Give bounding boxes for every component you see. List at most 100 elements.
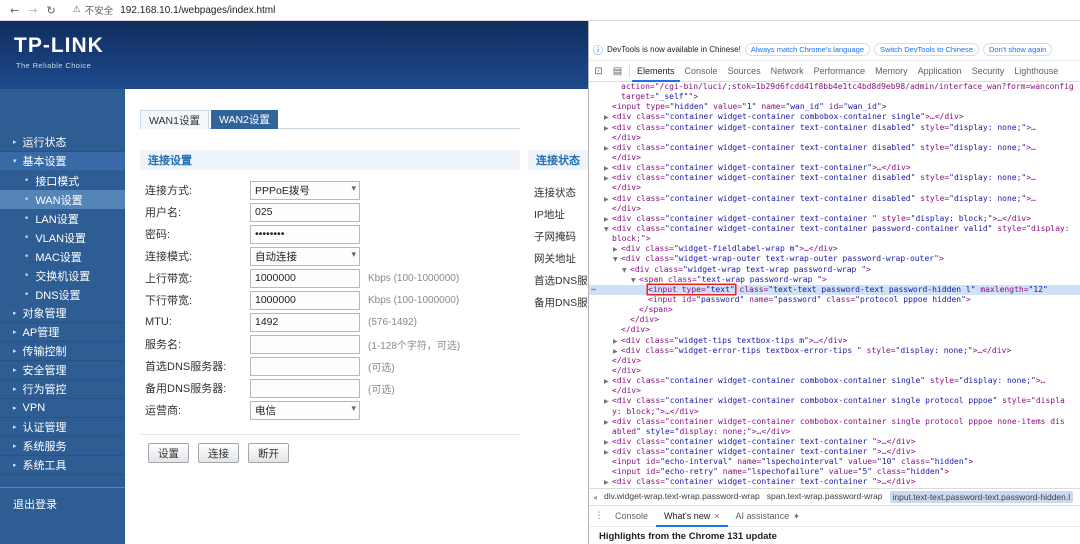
isp-select[interactable]: 电信▾: [250, 401, 360, 420]
code-line[interactable]: <input id="password" name="password" cla…: [589, 295, 1080, 305]
drawer-tab-console[interactable]: Console: [607, 506, 656, 527]
code-line[interactable]: </span>: [589, 305, 1080, 315]
code-line[interactable]: ▶<div class="container widget-container …: [589, 123, 1080, 133]
sidebar-item-security-management[interactable]: ▸安全管理: [0, 361, 125, 380]
code-line[interactable]: </div>: [589, 366, 1080, 376]
forward-icon[interactable]: →: [28, 4, 37, 17]
sidebar-item-run-status[interactable]: ▸运行状态: [0, 133, 125, 152]
mtu-input[interactable]: [250, 313, 360, 332]
code-line[interactable]: </div>: [589, 315, 1080, 325]
notice-button-2[interactable]: Don't show again: [983, 43, 1052, 56]
breadcrumb-item-0[interactable]: div.widget-wrap.text-wrap.password-wrap: [604, 491, 760, 503]
sidebar-item-behavior-control[interactable]: ▸行为管控: [0, 380, 125, 399]
devtools-tab-memory[interactable]: Memory: [870, 61, 913, 82]
close-icon[interactable]: ×: [714, 511, 719, 521]
code-line[interactable]: ▶<div class="container widget-container …: [589, 173, 1080, 183]
sidebar-item-ap-management[interactable]: ▸AP管理: [0, 323, 125, 342]
code-line[interactable]: action="/cgi-bin/luci/;stok=1b29d6fcdd41…: [589, 82, 1080, 92]
reload-icon[interactable]: ↻: [46, 4, 55, 17]
address-bar[interactable]: ⚠ 不安全 192.168.10.1/webpages/index.html: [73, 3, 276, 17]
code-line[interactable]: ▶<div class="container widget-container …: [589, 143, 1080, 153]
code-line[interactable]: </div>: [589, 204, 1080, 214]
breadcrumb-scroll-icon[interactable]: ◂: [593, 493, 597, 502]
url-text[interactable]: 192.168.10.1/webpages/index.html: [120, 5, 275, 16]
sidebar-subitem-switch-settings[interactable]: •交换机设置: [0, 266, 125, 285]
sidebar-item-system-tools[interactable]: ▸系统工具: [0, 456, 125, 475]
sidebar-subitem-mac-settings[interactable]: •MAC设置: [0, 247, 125, 266]
sidebar-item-transmission-control[interactable]: ▸传输控制: [0, 342, 125, 361]
notice-button-1[interactable]: Switch DevTools to Chinese: [874, 43, 979, 56]
code-line[interactable]: ▶<div class="container widget-container …: [589, 396, 1080, 406]
breadcrumb-item-2[interactable]: input.text-text.password-text.password-h…: [890, 491, 1074, 503]
connection-mode-select[interactable]: 自动连接▾: [250, 247, 360, 266]
code-line[interactable]: ▶<div class="container widget-container …: [589, 376, 1080, 386]
code-line[interactable]: </div>: [589, 183, 1080, 193]
code-line[interactable]: </div>: [589, 133, 1080, 143]
code-line[interactable]: ▶<div class="container widget-container …: [589, 477, 1080, 487]
devtools-tab-console[interactable]: Console: [680, 61, 723, 82]
code-line[interactable]: ▶<div class="container widget-container …: [589, 437, 1080, 447]
code-line[interactable]: ▶<div class="widget-tips textbox-tips m"…: [589, 336, 1080, 346]
notice-button-0[interactable]: Always match Chrome's language: [745, 43, 870, 56]
code-line[interactable]: </div>: [589, 325, 1080, 335]
code-line[interactable]: <input id="echo-retry" name="lspechofail…: [589, 467, 1080, 477]
tab-wan1-settings[interactable]: WAN1设置: [140, 110, 209, 129]
selected-code-line[interactable]: <input type="text" class="text-text pass…: [589, 285, 1080, 295]
code-line[interactable]: <input id="echo-interval" name="lspechoi…: [589, 457, 1080, 467]
sidebar-subitem-wan-settings[interactable]: •WAN设置: [0, 190, 125, 209]
drawer-menu-icon[interactable]: ⋮: [591, 511, 607, 521]
code-line[interactable]: <input type="hidden" value="1" name="wan…: [589, 102, 1080, 112]
code-line[interactable]: ▶<div class="container widget-container …: [589, 214, 1080, 224]
username-input[interactable]: [250, 203, 360, 222]
code-line[interactable]: ▶<div class="container widget-container …: [589, 194, 1080, 204]
sidebar-item-system-services[interactable]: ▸系统服务: [0, 437, 125, 456]
security-label[interactable]: 不安全: [85, 3, 114, 17]
code-line[interactable]: ▼<div class="container widget-container …: [589, 224, 1080, 234]
devtools-tab-sources[interactable]: Sources: [723, 61, 766, 82]
connect-button[interactable]: 连接: [198, 443, 239, 463]
sidebar-subitem-dns-settings[interactable]: •DNS设置: [0, 285, 125, 304]
code-line[interactable]: ▶<div class="widget-error-tips textbox-e…: [589, 346, 1080, 356]
back-icon[interactable]: ←: [10, 4, 19, 17]
primary-dns-input[interactable]: [250, 357, 360, 376]
devtools-tab-elements[interactable]: Elements: [632, 61, 680, 82]
upstream-bandwidth-input[interactable]: [250, 269, 360, 288]
code-line[interactable]: ▶<div class="container widget-container …: [589, 163, 1080, 173]
breadcrumb-item-1[interactable]: span.text-wrap.password-wrap: [767, 491, 883, 503]
code-line[interactable]: ▼<div class="widget-wrap-outer text-wrap…: [589, 254, 1080, 264]
sidebar-item-vpn[interactable]: ▸VPN: [0, 399, 125, 418]
code-line[interactable]: </div>: [589, 153, 1080, 163]
devtools-tab-network[interactable]: Network: [766, 61, 809, 82]
devtools-tab-lighthouse[interactable]: Lighthouse: [1009, 61, 1063, 82]
sidebar-item-object-management[interactable]: ▸对象管理: [0, 304, 125, 323]
password-input[interactable]: [250, 225, 360, 244]
code-line[interactable]: ▶<div class="container widget-container …: [589, 112, 1080, 122]
drawer-tab-ai-assistance[interactable]: AI assistance✦: [728, 506, 808, 527]
devtools-tab-security[interactable]: Security: [967, 61, 1010, 82]
secondary-dns-input[interactable]: [250, 379, 360, 398]
tab-wan2-settings[interactable]: WAN2设置: [211, 110, 278, 129]
devtools-tab-application[interactable]: Application: [913, 61, 967, 82]
security-warning-icon[interactable]: ⚠: [73, 5, 81, 15]
more-actions-icon[interactable]: ⋯: [591, 285, 597, 295]
downstream-bandwidth-input[interactable]: [250, 291, 360, 310]
sidebar-item-basic-settings[interactable]: ▾基本设置: [0, 152, 125, 171]
code-line[interactable]: ▶<div class="widget-fieldlabel-wrap m">……: [589, 244, 1080, 254]
service-name-input[interactable]: [250, 335, 360, 354]
logout-link[interactable]: 退出登录: [0, 487, 125, 512]
code-line[interactable]: block;">: [589, 234, 1080, 244]
sidebar-item-auth-management[interactable]: ▸认证管理: [0, 418, 125, 437]
code-line[interactable]: abled" style="display: none;">…</div>: [589, 427, 1080, 437]
apply-button[interactable]: 设置: [148, 443, 189, 463]
code-line[interactable]: </div>: [589, 356, 1080, 366]
code-line[interactable]: y: block;">…</div>: [589, 407, 1080, 417]
inspect-element-icon[interactable]: ⊡: [589, 66, 608, 77]
code-line[interactable]: ▼<div class="widget-wrap text-wrap passw…: [589, 265, 1080, 275]
sidebar-subitem-lan-settings[interactable]: •LAN设置: [0, 209, 125, 228]
code-line[interactable]: ▶<div class="container widget-container …: [589, 447, 1080, 457]
code-line[interactable]: ▶<div class="container widget-container …: [589, 417, 1080, 427]
device-toolbar-icon[interactable]: ▤: [608, 66, 627, 77]
connection-type-select[interactable]: PPPoE拨号▾: [250, 181, 360, 200]
code-line[interactable]: ▼<span class="text-wrap password-wrap ">: [589, 275, 1080, 285]
drawer-tab-what-s-new[interactable]: What's new×: [656, 506, 728, 527]
